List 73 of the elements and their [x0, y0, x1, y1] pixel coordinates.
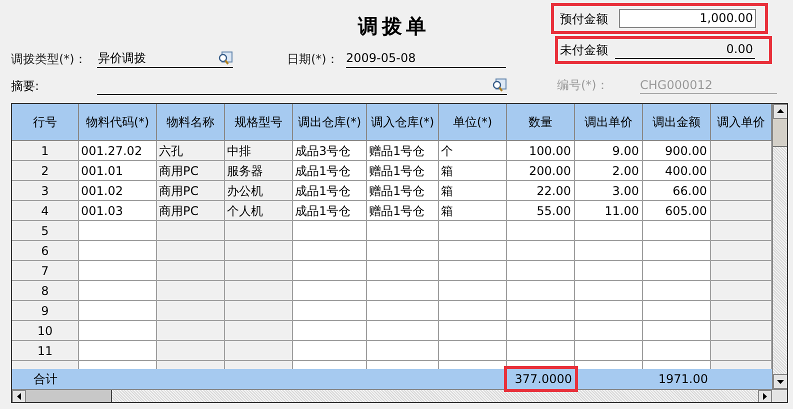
row-number: 8 [12, 281, 79, 301]
table-cell: 001.02 [79, 181, 157, 201]
row-number: 4 [12, 201, 79, 221]
table-cell: 箱 [439, 201, 507, 221]
row-number: 10 [12, 321, 79, 341]
table-cell: 成品3号仓 [293, 141, 367, 161]
table-cell: 个人机 [225, 201, 293, 221]
row-number: 2 [12, 161, 79, 181]
table-cell: 成品1号仓 [293, 161, 367, 181]
field-label: 编号(*)： [557, 77, 610, 94]
row-number: 3 [12, 181, 79, 201]
row-number: 1 [12, 141, 79, 161]
table-cell: 商用PC [157, 161, 225, 181]
table-cell: 001.03 [79, 201, 157, 221]
table-cell: 22.00 [507, 181, 575, 201]
table-cell: 66.00 [643, 181, 711, 201]
horizontal-scrollbar[interactable] [12, 390, 772, 402]
table-cell: 商用PC [157, 181, 225, 201]
table-cell: 赠品1号仓 [367, 161, 439, 181]
table-cell: 箱 [439, 161, 507, 181]
table-cell: 100.00 [507, 141, 575, 161]
scrollbar-corner [772, 390, 787, 402]
totals-label: 合计 [32, 371, 58, 388]
total-cell: 377.0000 [507, 369, 575, 389]
scroll-right-icon[interactable] [758, 390, 772, 402]
date-field[interactable]: 2009-05-08 [346, 48, 506, 68]
row-number: 7 [12, 261, 79, 281]
scroll-down-icon[interactable] [773, 374, 787, 389]
row-number: 11 [12, 341, 79, 361]
table-cell: 个 [439, 141, 507, 161]
scroll-left-icon[interactable] [12, 390, 26, 402]
table-cell: 200.00 [507, 161, 575, 181]
table-cell: 001.01 [79, 161, 157, 181]
table-cell: 办公机 [225, 181, 293, 201]
table-cell: 55.00 [507, 201, 575, 221]
scroll-up-icon[interactable] [773, 104, 787, 119]
prepaid-field[interactable]: 1,000.00 [619, 9, 756, 28]
table-cell: 赠品1号仓 [367, 181, 439, 201]
table-cell: 2.00 [575, 161, 643, 181]
table-cell: 11.00 [575, 201, 643, 221]
field-label: 调拨类型(*)： [11, 51, 88, 68]
table-cell: 900.00 [643, 141, 711, 161]
table-cell: 赠品1号仓 [367, 141, 439, 161]
form-title: 调拨单 [358, 13, 430, 40]
table-cell: 9.00 [575, 141, 643, 161]
field-label: 未付金额 [560, 42, 609, 59]
scroll-thumb[interactable] [773, 119, 787, 147]
transfer-type-field[interactable]: 异价调拨 [97, 48, 233, 68]
field-label: 预付金额 [560, 10, 609, 28]
field-label: 摘要: [11, 78, 40, 95]
vertical-scrollbar[interactable] [772, 104, 787, 389]
table-cell: 赠品1号仓 [367, 201, 439, 221]
table-cell: 成品1号仓 [293, 201, 367, 221]
row-number: 5 [12, 221, 79, 241]
scroll-thumb[interactable] [26, 390, 112, 402]
search-icon[interactable] [217, 50, 233, 64]
row-number: 9 [12, 301, 79, 321]
unpaid-field[interactable]: 0.00 [615, 42, 755, 58]
row-number [12, 361, 79, 369]
search-icon[interactable] [491, 78, 507, 92]
table-cell: 六孔 [157, 141, 225, 161]
table-cell: 成品1号仓 [293, 181, 367, 201]
total-cell-text: 1971.00 [657, 371, 709, 388]
table-cell: 服务器 [225, 161, 293, 181]
table-cell: 3.00 [575, 181, 643, 201]
table-cell: 商用PC [157, 201, 225, 221]
table-cell: 001.27.02 [79, 141, 157, 161]
table-cell: 605.00 [643, 201, 711, 221]
field-label: 日期(*)： [287, 51, 340, 68]
table-cell: 箱 [439, 181, 507, 201]
row-number: 6 [12, 241, 79, 261]
table-cell: 中排 [225, 141, 293, 161]
table-cell: 400.00 [643, 161, 711, 181]
